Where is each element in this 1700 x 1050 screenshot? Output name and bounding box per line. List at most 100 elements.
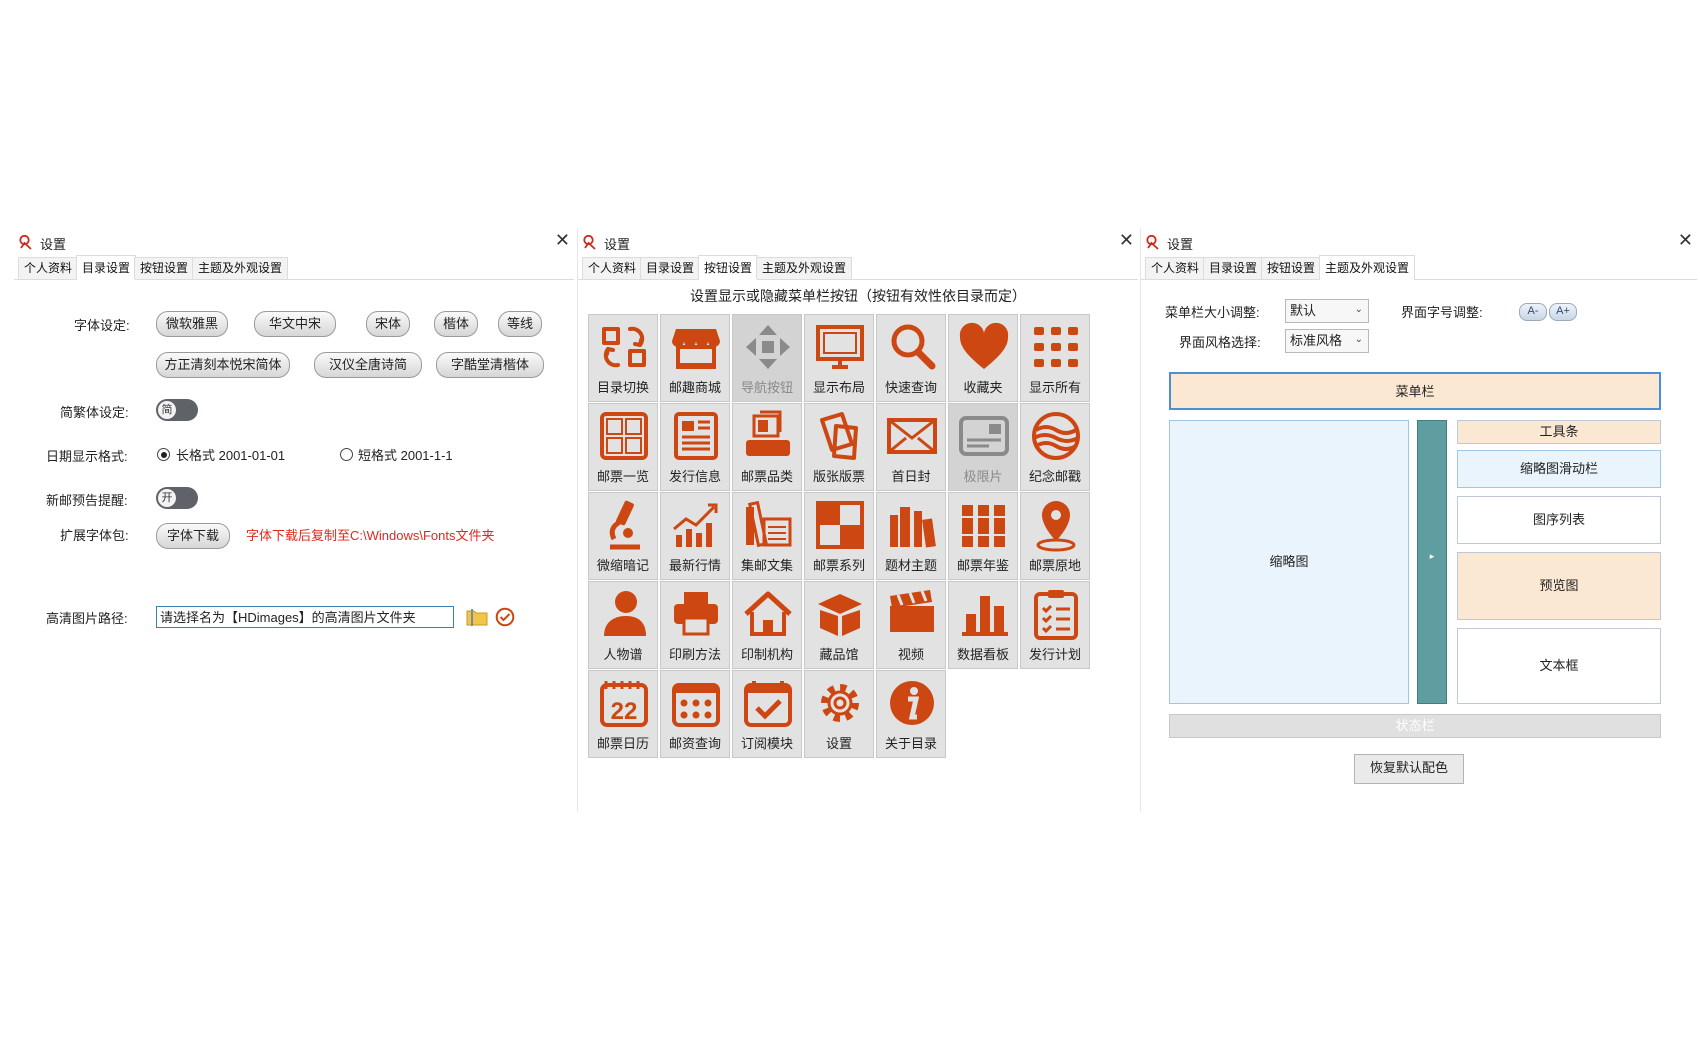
menu-button-tile[interactable]: 最新行情: [660, 492, 730, 580]
font-option-button[interactable]: 方正清刻本悦宋简体: [156, 352, 290, 378]
menu-button-tile[interactable]: 目录切换: [588, 314, 658, 402]
tab-directory[interactable]: 目录设置: [1203, 257, 1264, 279]
folder-icon[interactable]: [466, 606, 488, 628]
menu-button-tile[interactable]: 邮趣商城: [660, 314, 730, 402]
font-download-button[interactable]: 字体下载: [156, 523, 230, 549]
app-logo-icon: [583, 234, 596, 250]
hd-image-path-input[interactable]: 请选择名为【HDimages】的高清图片文件夹: [156, 606, 454, 628]
menu-button-tile[interactable]: 微缩暗记: [588, 492, 658, 580]
tab-bar: 个人资料 目录设置 按钮设置 主题及外观设置: [578, 255, 1138, 280]
menu-button-tile[interactable]: 快速查询: [876, 314, 946, 402]
menu-button-tile[interactable]: 收藏夹: [948, 314, 1018, 402]
sequence-list-preview[interactable]: 图序列表: [1457, 496, 1661, 544]
info-icon: [890, 681, 934, 725]
postcard-icon: [959, 416, 1009, 456]
menu-button-tile[interactable]: 显示布局: [804, 314, 874, 402]
simplified-traditional-toggle[interactable]: 简: [156, 399, 198, 421]
date-long-radio[interactable]: [157, 448, 170, 461]
font-option-button[interactable]: 汉仪全唐诗简: [314, 352, 422, 378]
tab-directory[interactable]: 目录设置: [76, 255, 137, 280]
menu-button-tile[interactable]: 邮票年鉴: [948, 492, 1018, 580]
menu-button-tile[interactable]: 纪念邮戳: [1020, 403, 1090, 491]
extension-font-label: 扩展字体包:: [60, 528, 129, 543]
status-bar-preview[interactable]: 状态栏: [1169, 714, 1661, 738]
menu-button-tile[interactable]: 22 邮票日历: [588, 670, 658, 758]
menu-button-tile[interactable]: 人物谱: [588, 581, 658, 669]
date-short-radio[interactable]: [340, 448, 353, 461]
tab-directory[interactable]: 目录设置: [640, 257, 701, 279]
menu-button-tile[interactable]: 订阅模块: [732, 670, 802, 758]
menu-button-label: 首日封: [891, 469, 931, 484]
tab-theme[interactable]: 主题及外观设置: [192, 257, 289, 279]
menu-button-tile[interactable]: 藏品馆: [804, 581, 874, 669]
preview-pane-preview[interactable]: 预览图: [1457, 552, 1661, 620]
stamp-category-icon: [746, 410, 790, 456]
title-bar: 设置 ✕: [14, 228, 574, 256]
close-icon[interactable]: ✕: [1119, 230, 1134, 251]
menu-bar-preview[interactable]: 菜单栏: [1169, 372, 1661, 410]
person-icon: [604, 591, 646, 636]
menu-button-tile[interactable]: 邮票一览: [588, 403, 658, 491]
tab-buttons[interactable]: 按钮设置: [698, 255, 759, 280]
switch-icon: [602, 326, 646, 368]
tab-theme[interactable]: 主题及外观设置: [1319, 255, 1416, 280]
menu-button-tile[interactable]: 显示所有: [1020, 314, 1090, 402]
menu-button-tile[interactable]: 版张版票: [804, 403, 874, 491]
menu-button-label: 收藏夹: [963, 380, 1003, 395]
font-decrease-button[interactable]: A-: [1519, 303, 1547, 321]
menu-button-tile[interactable]: 导航按钮: [732, 314, 802, 402]
font-option-button[interactable]: 微软雅黑: [156, 311, 228, 337]
thumbnail-preview[interactable]: 缩略图: [1169, 420, 1409, 704]
menu-button-tile[interactable]: 极限片: [948, 403, 1018, 491]
menu-button-tile[interactable]: 邮票原地: [1020, 492, 1090, 580]
toolbar-preview[interactable]: 工具条: [1457, 420, 1661, 444]
font-option-button[interactable]: 楷体: [434, 311, 478, 337]
close-icon[interactable]: ✕: [555, 230, 570, 251]
ui-style-select[interactable]: 标准风格 ⌄: [1285, 329, 1369, 353]
close-icon[interactable]: ✕: [1678, 230, 1693, 251]
menu-button-tile[interactable]: 关于目录: [876, 670, 946, 758]
tab-buttons[interactable]: 按钮设置: [134, 257, 195, 279]
menu-button-tile[interactable]: 设置: [804, 670, 874, 758]
settings-window-buttons: 设置 ✕ 个人资料 目录设置 按钮设置 主题及外观设置 设置显示或隐藏菜单栏按钮…: [577, 228, 1138, 812]
menu-button-tile[interactable]: 首日封: [876, 403, 946, 491]
menu-button-tile[interactable]: 印制机构: [732, 581, 802, 669]
menu-button-tile[interactable]: 邮资查询: [660, 670, 730, 758]
menu-button-tile[interactable]: 发行信息: [660, 403, 730, 491]
font-option-button[interactable]: 等线: [498, 311, 542, 337]
menu-button-label: 发行计划: [1028, 647, 1081, 662]
text-box-preview[interactable]: 文本框: [1457, 628, 1661, 704]
font-option-button[interactable]: 华文中宋: [254, 311, 336, 337]
tab-profile[interactable]: 个人资料: [582, 257, 643, 279]
calendar-grid-icon: [672, 683, 720, 727]
restore-default-colors-button[interactable]: 恢复默认配色: [1354, 754, 1464, 784]
location-icon: [1036, 501, 1076, 552]
tab-theme[interactable]: 主题及外观设置: [756, 257, 853, 279]
menu-button-tile[interactable]: 邮票系列: [804, 492, 874, 580]
font-increase-button[interactable]: A+: [1549, 303, 1577, 321]
tab-buttons[interactable]: 按钮设置: [1261, 257, 1322, 279]
new-stamp-alert-toggle[interactable]: 开: [156, 487, 198, 509]
tab-profile[interactable]: 个人资料: [1145, 257, 1206, 279]
bar-chart-icon: [962, 596, 1008, 636]
menu-button-tile[interactable]: 数据看板: [948, 581, 1018, 669]
font-option-button[interactable]: 宋体: [366, 311, 410, 337]
menu-button-tile[interactable]: 印刷方法: [660, 581, 730, 669]
thumbnail-slider-preview[interactable]: 缩略图滑动栏: [1457, 450, 1661, 488]
menu-button-tile[interactable]: 邮票品类: [732, 403, 802, 491]
menu-button-tile[interactable]: 题材主题: [876, 492, 946, 580]
menu-button-label: 集邮文集: [740, 558, 793, 573]
font-option-button[interactable]: 字酷堂清楷体: [436, 352, 544, 378]
menu-button-label: 纪念邮戳: [1028, 469, 1081, 484]
menu-button-tile[interactable]: 集邮文集: [732, 492, 802, 580]
menu-button-tile[interactable]: 发行计划: [1020, 581, 1090, 669]
ui-style-value: 标准风格: [1290, 333, 1343, 348]
menu-button-label: 设置: [825, 736, 852, 751]
confirm-check-icon[interactable]: [495, 607, 515, 627]
tab-profile[interactable]: 个人资料: [18, 257, 79, 279]
menu-button-tile[interactable]: 视频: [876, 581, 946, 669]
theme-settings-panel: 菜单栏大小调整: 默认 ⌄ 界面字号调整: A- A+ 界面风格选择: 标准风格…: [1141, 280, 1697, 812]
splitter-bar[interactable]: ▸: [1417, 420, 1447, 704]
menu-size-select[interactable]: 默认 ⌄: [1285, 299, 1369, 323]
tab-bar: 个人资料 目录设置 按钮设置 主题及外观设置: [14, 255, 574, 280]
